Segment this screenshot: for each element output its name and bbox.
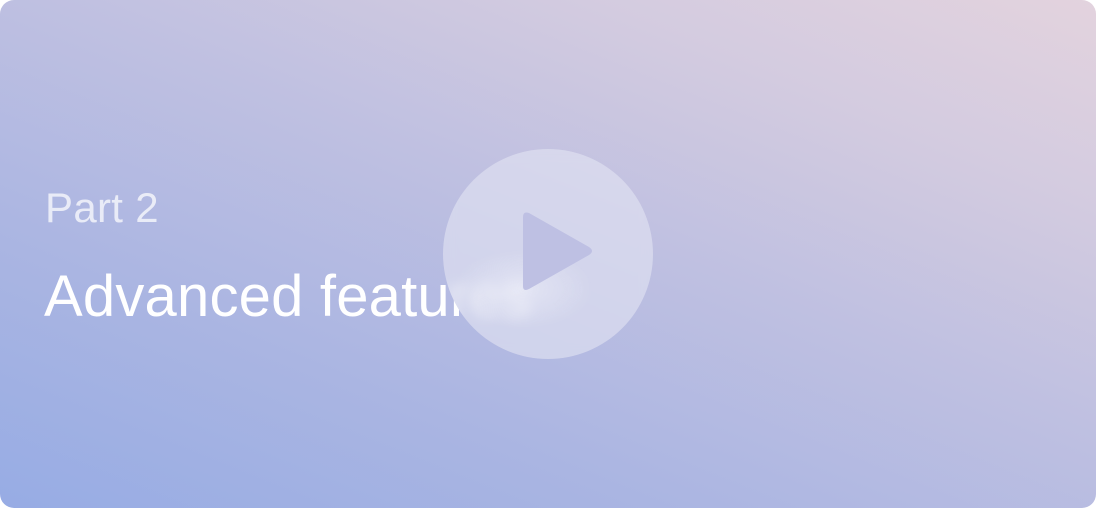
play-button[interactable] [443,149,653,359]
play-icon [523,212,592,290]
video-card[interactable]: Part 2 Advanced features [0,0,1096,508]
part-label: Part 2 [45,184,159,231]
